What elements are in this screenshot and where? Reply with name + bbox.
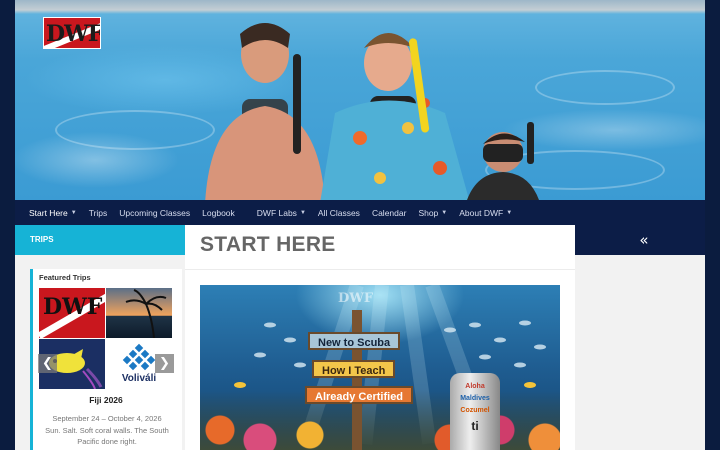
nav-item-start-here[interactable]: Start Here ▼ (29, 208, 77, 218)
nav-item-calendar[interactable]: Calendar (372, 208, 407, 218)
hero-image: DWF New to Scuba How I Teach Already Cer… (200, 285, 560, 450)
nav-item-label: Logbook (202, 207, 235, 218)
nav-item-label: Shop (418, 207, 439, 218)
nav-item-label: Start Here (29, 207, 68, 218)
header-banner: DWF (15, 0, 705, 200)
diver-middle (320, 18, 480, 200)
nav-item-label: Upcoming Classes (119, 207, 191, 218)
trip-dates: September 24 – October 4, 2026 (52, 414, 162, 423)
right-sidebar: « (575, 225, 705, 450)
tank-sticker: Maldives (460, 395, 490, 402)
sign-new-to-scuba: New to Scuba (308, 332, 401, 350)
widget-title: Featured Trips (39, 273, 91, 282)
chevron-left-icon: ❮ (42, 356, 53, 371)
chevron-down-icon: ▼ (506, 209, 513, 216)
sidebar-section-title: TRIPS (15, 225, 185, 255)
nav-item-logbook[interactable]: Logbook (202, 208, 235, 218)
nav-item-trips[interactable]: Trips (89, 208, 108, 218)
site-logo[interactable]: DWF (43, 17, 101, 49)
tile-text: Voliváli (121, 373, 157, 384)
sidebar-collapse-button[interactable]: « (575, 225, 705, 255)
featured-trips-widget: Featured Trips DWF Voliváli ❮ ❯ Fiji 202… (30, 269, 182, 450)
logo-text: DWF (46, 21, 101, 47)
tank-sticker: Aloha (465, 383, 485, 390)
nav-item-dwf-labs[interactable]: DWF Labs ▼ (257, 208, 306, 218)
diver-child (467, 118, 547, 200)
nav-item-upcoming-classes[interactable]: Upcoming Classes (119, 208, 190, 218)
trip-name[interactable]: Fiji 2026 (33, 395, 179, 405)
chevron-down-icon: ▼ (70, 209, 77, 216)
hero-logo-watermark: DWF (338, 291, 374, 306)
nav-item-shop[interactable]: Shop ▼ (418, 208, 447, 218)
trip-tile-beach-sunset[interactable] (106, 288, 172, 338)
featured-trips-slider[interactable]: DWF Voliváli (39, 288, 172, 389)
nav-item-label: Calendar (371, 207, 407, 218)
sign-how-i-teach: How I Teach (312, 360, 396, 378)
nav-item-label: Trips (88, 207, 108, 218)
slider-prev-button[interactable]: ❮ (38, 354, 57, 373)
tile-text: DWF (43, 294, 103, 320)
scuba-tank: Aloha Maldives Cozumel ti (450, 373, 500, 450)
chevron-right-icon: ❯ (159, 356, 170, 371)
signpost (352, 310, 362, 450)
double-chevron-left-icon: « (639, 231, 649, 249)
left-sidebar: TRIPS Featured Trips DWF Voliváli ❮ ❯ Fi… (15, 225, 185, 450)
nav-item-about-dwf[interactable]: About DWF ▼ (459, 208, 512, 218)
main-nav: Start Here ▼ Trips Upcoming Classes Logbo… (15, 200, 705, 225)
trip-tile-dwf-flag[interactable]: DWF (39, 288, 105, 338)
main-content: START HERE DWF New to Scuba How I Teach … (185, 225, 575, 450)
nav-item-label: All Classes (317, 207, 360, 218)
diver-left (200, 14, 330, 200)
tank-sticker: ti (471, 419, 479, 433)
water-ripple (55, 110, 215, 150)
palm-tree-icon (125, 289, 167, 338)
trip-description: Sun. Salt. Soft coral walls. The South P… (45, 426, 169, 446)
nav-item-label: About DWF (459, 207, 504, 218)
nav-item-label: DWF Labs (256, 207, 297, 218)
chevron-down-icon: ▼ (441, 209, 448, 216)
page-title: START HERE (200, 233, 336, 256)
nav-item-all-classes[interactable]: All Classes (318, 208, 360, 218)
sign-already-certified: Already Certified (305, 386, 414, 404)
chevron-down-icon: ▼ (299, 209, 306, 216)
tank-sticker: Cozumel (460, 407, 490, 414)
water-ripple (535, 70, 675, 105)
slider-next-button[interactable]: ❯ (155, 354, 174, 373)
page-title-bar: START HERE (185, 225, 575, 270)
